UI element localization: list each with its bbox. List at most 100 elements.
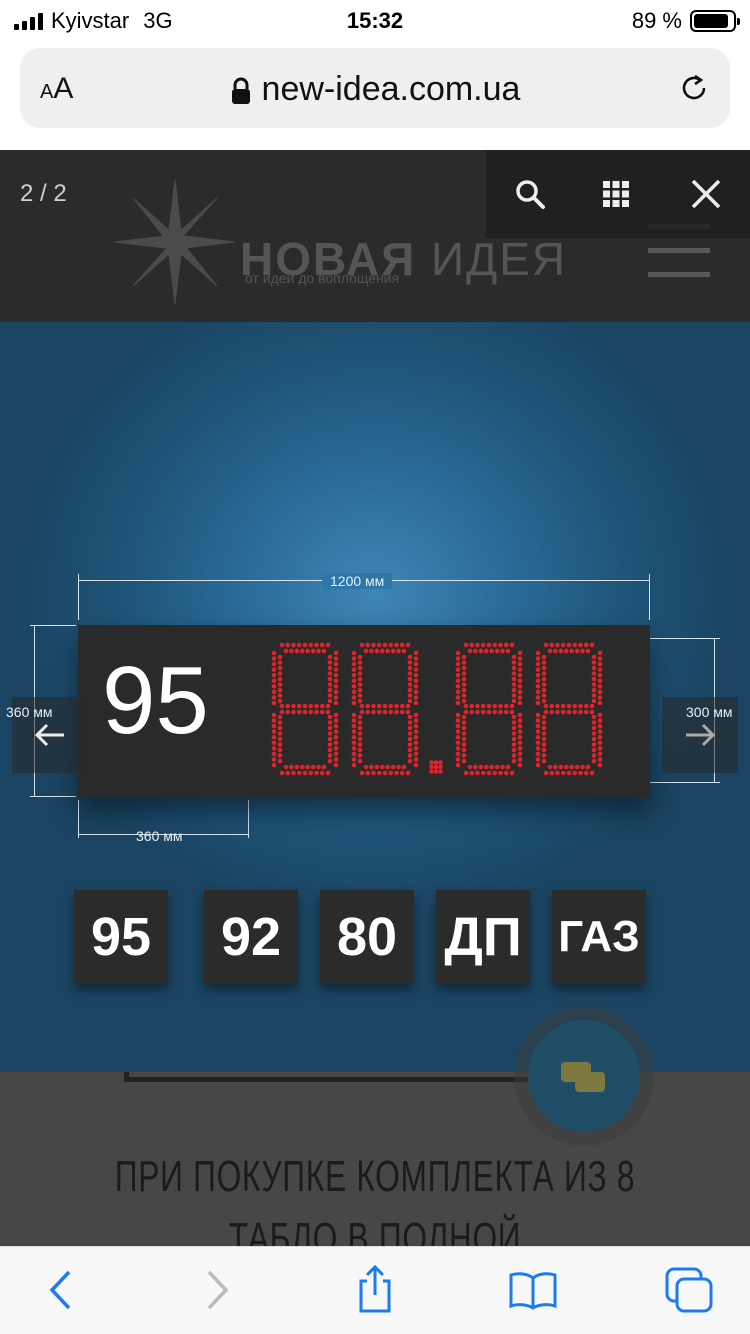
led-dot — [382, 703, 388, 709]
led-dot — [541, 753, 547, 758]
led-dot — [469, 703, 475, 709]
led-dot — [553, 764, 558, 770]
chat-button[interactable] — [528, 1020, 640, 1132]
led-dot — [385, 764, 391, 770]
led-dot — [555, 709, 560, 715]
led-dot — [580, 648, 585, 654]
led-dot — [351, 757, 357, 762]
led-decimal-dot — [433, 760, 439, 765]
led-dot — [333, 650, 339, 656]
close-button[interactable] — [684, 172, 728, 216]
led-dot — [597, 700, 603, 706]
led-dot — [396, 648, 401, 654]
led-dot — [597, 746, 603, 751]
led-dot — [413, 684, 419, 689]
led-dot — [461, 725, 467, 731]
led-dot — [351, 746, 357, 751]
back-button[interactable] — [36, 1265, 86, 1315]
led-decimal-dot — [429, 760, 434, 765]
led-dot — [357, 671, 363, 676]
led-dot — [597, 661, 603, 667]
led-dot — [351, 650, 357, 656]
led-dot — [461, 753, 467, 758]
address-bar[interactable]: AA new-idea.com.ua — [20, 48, 730, 128]
led-dot — [555, 770, 560, 776]
led-dot — [541, 671, 547, 676]
led-dot — [560, 709, 566, 715]
led-dot — [271, 757, 277, 762]
url-display[interactable]: new-idea.com.ua — [20, 70, 730, 109]
led-dot — [299, 764, 305, 770]
led-dot — [517, 762, 523, 768]
led-dot — [285, 709, 291, 715]
led-dot — [271, 718, 277, 723]
led-dot — [566, 770, 572, 776]
logo-slogan: от идеи до воплощения — [245, 270, 400, 286]
led-dot — [555, 703, 560, 709]
dimension-label-width-label: 360 мм — [136, 828, 183, 844]
led-digits-display — [271, 642, 603, 776]
led-dot — [585, 764, 591, 770]
led-dot — [351, 718, 357, 723]
led-dot — [407, 676, 413, 682]
led-dot — [277, 714, 283, 720]
led-dot — [333, 667, 339, 672]
led-dot — [467, 648, 473, 654]
led-dot — [543, 709, 549, 715]
bookmarks-button[interactable] — [508, 1265, 558, 1315]
led-dot — [560, 642, 566, 648]
led-dot — [558, 764, 564, 770]
led-dot — [333, 751, 339, 757]
led-dot — [407, 758, 413, 764]
led-dot — [271, 751, 277, 757]
led-dot — [461, 682, 467, 687]
led-decimal-dot — [438, 760, 443, 765]
led-dot — [535, 667, 541, 672]
browser-toolbar — [0, 1246, 750, 1334]
led-dot — [591, 687, 597, 693]
led-dot — [407, 725, 413, 731]
share-button[interactable] — [350, 1265, 400, 1315]
led-dot — [365, 642, 371, 648]
led-dot — [597, 667, 603, 672]
led-dot — [394, 703, 399, 709]
led-dot — [333, 661, 339, 667]
led-dot — [498, 642, 503, 648]
tabs-button[interactable] — [664, 1265, 714, 1315]
led-dot — [271, 689, 277, 695]
zoom-button[interactable] — [508, 172, 552, 216]
led-dot — [277, 742, 283, 747]
led-dot — [271, 729, 277, 734]
led-dot — [283, 764, 289, 770]
thumbnails-button[interactable] — [594, 172, 638, 216]
chevron-right-icon — [207, 1270, 229, 1310]
led-dot — [535, 729, 541, 734]
lightbox-image: 1200 мм 360 мм 95 95 92 80 ДП ГАЗ — [0, 322, 750, 1072]
led-dot — [517, 757, 523, 762]
led-dot — [591, 758, 597, 764]
led-dot — [277, 758, 283, 764]
led-dot — [327, 671, 333, 676]
led-dot — [480, 770, 486, 776]
led-dot — [478, 648, 484, 654]
led-dot — [461, 676, 467, 682]
forward-button[interactable] — [192, 1265, 242, 1315]
led-dot — [277, 660, 283, 665]
led-dot — [511, 714, 517, 720]
led-dot — [547, 648, 553, 654]
led-dot — [413, 672, 419, 678]
led-dot — [560, 770, 566, 776]
led-dot — [413, 729, 419, 734]
led-dot — [455, 729, 461, 734]
led-dot — [511, 654, 517, 660]
led-dot — [277, 736, 283, 742]
led-dot — [585, 648, 591, 654]
led-dot — [407, 687, 413, 693]
reload-icon[interactable] — [676, 70, 712, 106]
led-dot — [541, 660, 547, 665]
dimension-width-label: 1200 мм — [322, 573, 393, 589]
led-dot — [413, 734, 419, 740]
led-dot — [591, 725, 597, 731]
led-dot — [357, 758, 363, 764]
led-dot — [382, 642, 388, 648]
